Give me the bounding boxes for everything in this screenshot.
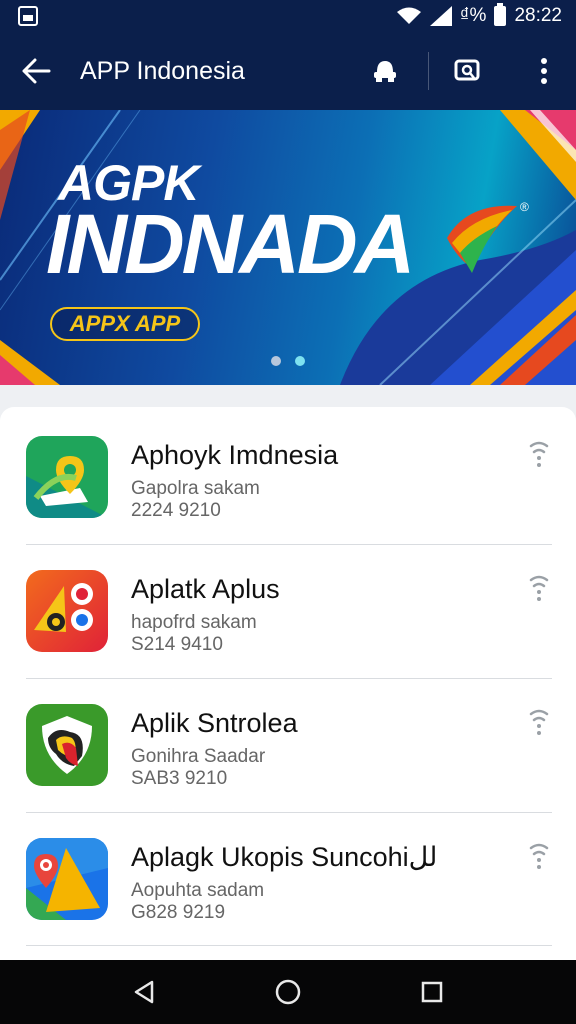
app-title: Aplatk Aplus xyxy=(131,574,280,604)
app-subtitle: Gapolra sakam xyxy=(131,478,260,499)
download-button[interactable] xyxy=(522,839,556,873)
more-options-button[interactable] xyxy=(524,51,564,91)
app-subtitle: Aopuhta sadam xyxy=(131,880,265,901)
registered-mark: ® xyxy=(520,200,529,214)
back-arrow-icon xyxy=(22,58,51,84)
app-title: Aplik Sntrolea xyxy=(131,708,298,738)
clock: 28:22 xyxy=(514,5,562,26)
back-button[interactable] xyxy=(16,51,56,91)
download-status-icon xyxy=(529,709,549,735)
app-meta: 2224 9210 xyxy=(131,500,221,521)
maps-app-icon xyxy=(26,838,108,920)
shield-app-icon xyxy=(26,704,108,786)
system-nav-bar xyxy=(0,960,576,1024)
app-title: Aplagk Ukopis Suncohiلل xyxy=(131,842,438,872)
account-button[interactable] xyxy=(365,51,405,91)
download-status-icon xyxy=(529,575,549,601)
carousel-dot-active[interactable] xyxy=(295,356,305,366)
brand-swoosh-icon xyxy=(447,205,517,273)
signal-text: ₫% xyxy=(459,5,487,26)
gallery-icon xyxy=(18,6,38,26)
app-meta: S214 9410 xyxy=(131,634,223,655)
app-list: Aphoyk Imdnesia Gapolra sakam 2224 9210 xyxy=(0,407,576,960)
download-status-icon xyxy=(529,441,549,467)
status-right: ₫% 28:22 xyxy=(396,0,562,32)
home-circle-icon xyxy=(275,979,301,1005)
list-item[interactable]: Aplik Sntrolea Gonihra Saadar SAB3 9210 xyxy=(0,675,576,809)
action-divider xyxy=(428,52,429,90)
cell-signal-icon xyxy=(429,6,452,26)
app-bar: APP Indonesia xyxy=(0,32,576,110)
app-subtitle: Gonihra Saadar xyxy=(131,746,266,767)
account-icon xyxy=(374,61,396,82)
carousel-indicator xyxy=(0,356,576,366)
map-pin-icon xyxy=(26,436,108,518)
banner-cta-pill[interactable]: APPX APP xyxy=(50,307,200,341)
carousel-dot[interactable] xyxy=(271,356,281,366)
nav-back-button[interactable] xyxy=(126,974,162,1010)
recents-square-icon xyxy=(421,981,443,1003)
promo-banner[interactable]: AGPK INDNADA ® APPX APP xyxy=(0,110,576,385)
nav-home-button[interactable] xyxy=(270,974,306,1010)
wifi-icon xyxy=(396,7,421,24)
download-button[interactable] xyxy=(522,437,556,471)
download-status-icon xyxy=(529,843,549,869)
list-item[interactable]: Aphoyk Imdnesia Gapolra sakam 2224 9210 xyxy=(0,407,576,541)
app-subtitle: hapofrd sakam xyxy=(131,612,257,633)
more-vert-icon xyxy=(541,58,547,84)
app-meta: SAB3 9210 xyxy=(131,768,228,789)
circles-app-icon xyxy=(26,570,108,652)
search-button[interactable] xyxy=(447,51,487,91)
back-triangle-icon xyxy=(134,980,154,1004)
list-item[interactable]: Aplagk Ukopis Suncohiلل Aopuhta sadam G8… xyxy=(0,809,576,943)
app-meta: G828 9219 xyxy=(131,902,226,923)
page-title: APP Indonesia xyxy=(80,57,245,85)
list-item[interactable]: Aplatk Aplus hapofrd sakam S214 9410 xyxy=(0,541,576,675)
app-title: Aphoyk Imdnesia xyxy=(131,440,339,470)
nav-recents-button[interactable] xyxy=(414,974,450,1010)
battery-icon xyxy=(494,3,507,26)
status-bar: ₫% 28:22 xyxy=(0,0,576,32)
banner-headline-main: INDNADA xyxy=(46,197,415,291)
download-button[interactable] xyxy=(522,705,556,739)
download-button[interactable] xyxy=(522,571,556,605)
search-icon xyxy=(454,59,480,81)
list-divider xyxy=(26,945,552,946)
app-list-area: Aphoyk Imdnesia Gapolra sakam 2224 9210 xyxy=(0,385,576,960)
